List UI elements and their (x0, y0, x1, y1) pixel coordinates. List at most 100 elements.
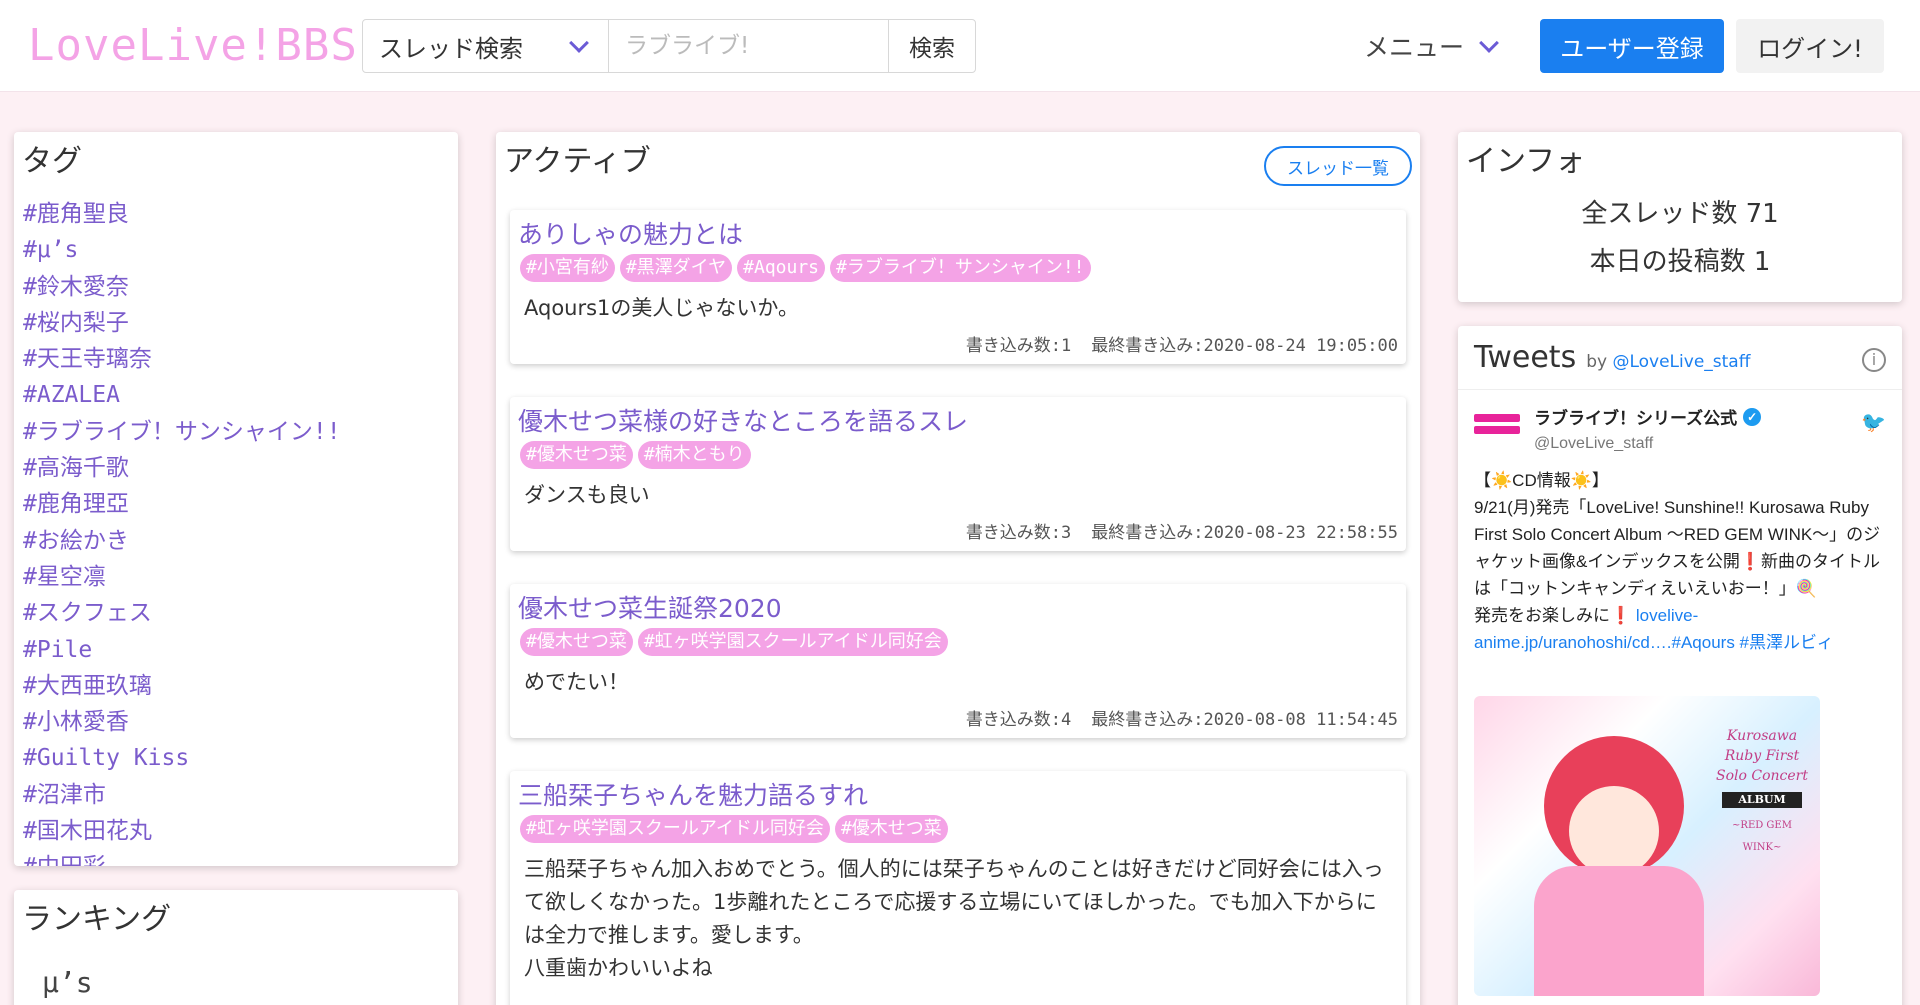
tag-link[interactable]: #鈴木愛奈 (14, 269, 458, 305)
tag-pill[interactable]: #優木せつ菜 (520, 628, 633, 656)
tweet-user[interactable]: ラブライブ！シリーズ公式 ✓ @LoveLive_staff 🐦 (1474, 404, 1886, 453)
tag-link[interactable]: #鹿角聖良 (14, 196, 458, 232)
thread-excerpt: Aqours1の美人じゃないか。 (524, 296, 799, 320)
tag-pill[interactable]: #Aqours (737, 254, 825, 282)
thread-tags: #優木せつ菜 #虹ヶ咲学園スクールアイドル同好会 (510, 626, 1406, 656)
tag-link[interactable]: #大西亜玖璃 (14, 668, 458, 704)
tag-link[interactable]: #ラブライブ！サンシャイン!! (14, 414, 458, 450)
tag-link[interactable]: #スクフェス (14, 595, 458, 631)
illustration-face (1569, 786, 1659, 876)
twitter-bird-icon[interactable]: 🐦 (1861, 410, 1886, 435)
thread-card[interactable]: ありしゃの魅力とは #小宮有紗 #黒澤ダイヤ #Aqours #ラブライブ！サン… (510, 210, 1406, 364)
tags-panel: タグ #鹿角聖良 #μ’s #鈴木愛奈 #桜内梨子 #天王寺璃奈 #AZALEA… (14, 132, 458, 866)
info-icon[interactable]: i (1862, 348, 1886, 372)
menu-dropdown[interactable]: メニュー (1364, 28, 1499, 64)
tweets-by: by @LoveLive_staff (1586, 352, 1750, 372)
album-label: ALBUM (1722, 792, 1802, 808)
thread-meta: 書き込み数:4 最終書き込み:2020-08-08 11:54:45 (510, 699, 1406, 738)
search-type-select[interactable]: スレッド検索 (363, 20, 609, 72)
avatar[interactable] (1474, 414, 1520, 446)
album-title-text: Kurosawa Ruby First Solo Concert (1716, 728, 1808, 784)
tag-pill[interactable]: #ラブライブ！サンシャイン!! (830, 254, 1091, 282)
thread-title[interactable]: 優木せつ菜生誕祭2020 (510, 584, 1406, 626)
tweet-line-3-text: 発売をお楽しみに❗ (1474, 606, 1632, 625)
active-panel: アクティブ スレッド一覧 ありしゃの魅力とは #小宮有紗 #黒澤ダイヤ #Aqo… (496, 132, 1420, 1005)
tag-pill[interactable]: #虹ヶ咲学園スクールアイドル同好会 (520, 815, 830, 843)
site-logo[interactable]: LoveLive!BBS! (28, 18, 385, 74)
tag-pill[interactable]: #小宮有紗 (520, 254, 615, 282)
thread-title[interactable]: ありしゃの魅力とは (510, 210, 1406, 252)
illustration-body (1534, 866, 1704, 996)
post-count: 書き込み数:3 (965, 523, 1072, 543)
tag-link[interactable]: #星空凛 (14, 559, 458, 595)
tags-title: タグ (22, 144, 82, 179)
post-count: 書き込み数:4 (965, 710, 1072, 730)
tag-link[interactable]: #桜内梨子 (14, 305, 458, 341)
last-post-time: 最終書き込み:2020-08-23 22:58:55 (1091, 523, 1398, 543)
tag-link[interactable]: #Guilty Kiss (14, 740, 458, 776)
tweets-header: Tweets by @LoveLive_staff (1458, 326, 1902, 390)
tag-pill[interactable]: #黒澤ダイヤ (619, 254, 733, 282)
by-prefix: by (1586, 352, 1608, 372)
menu-label: メニュー (1364, 33, 1465, 62)
tag-link[interactable]: #国木田花丸 (14, 813, 458, 849)
user-name-text: ラブライブ！シリーズ公式 (1534, 409, 1738, 428)
tag-link[interactable]: #高海千歌 (14, 450, 458, 486)
tweet-hashtags[interactable]: #Aqours #黒澤ルビィ (1672, 633, 1834, 652)
info-title: インフォ (1466, 144, 1586, 179)
thread-tags: #虹ヶ咲学園スクールアイドル同好会 #優木せつ菜 (510, 813, 1406, 843)
tweet: ラブライブ！シリーズ公式 ✓ @LoveLive_staff 🐦 【☀️CD情報☀… (1458, 390, 1902, 1005)
search-bar: スレッド検索 検索 (362, 19, 976, 73)
tag-link[interactable]: #お絵かき (14, 523, 458, 559)
thread-title[interactable]: 三船栞子ちゃんを魅力語るすれ (510, 771, 1406, 813)
tag-link[interactable]: #AZALEA (14, 377, 458, 413)
chevron-down-icon (569, 32, 589, 53)
chevron-down-icon (1479, 32, 1499, 53)
tweet-user-name: ラブライブ！シリーズ公式 ✓ (1534, 404, 1762, 429)
total-threads: 全スレッド数 71 (1581, 199, 1779, 229)
tag-link[interactable]: #μ’s (14, 232, 458, 268)
thread-card[interactable]: 三船栞子ちゃんを魅力語るすれ #虹ヶ咲学園スクールアイドル同好会 #優木せつ菜 … (510, 771, 1406, 1005)
thread-excerpt: めでたい！ (524, 670, 629, 694)
tag-list: #鹿角聖良 #μ’s #鈴木愛奈 #桜内梨子 #天王寺璃奈 #AZALEA #ラ… (14, 196, 458, 866)
thread-excerpt: 三船栞子ちゃん加入おめでとう。個人的には栞子ちゃんのことは好きだけど同好会には入… (524, 857, 1384, 980)
register-button[interactable]: ユーザー登録 (1540, 19, 1724, 73)
ranking-panel: ランキング μ’s (14, 890, 458, 1005)
tag-link[interactable]: #中田彩 (14, 849, 458, 866)
tag-link[interactable]: #鹿角理亞 (14, 486, 458, 522)
tweets-title: Tweets (1474, 340, 1577, 375)
search-input[interactable] (609, 20, 889, 72)
tag-link[interactable]: #沼津市 (14, 777, 458, 813)
tag-pill[interactable]: #優木せつ菜 (520, 441, 633, 469)
tag-pill[interactable]: #虹ヶ咲学園スクールアイドル同好会 (637, 628, 948, 656)
tag-pill[interactable]: #楠木ともり (637, 441, 751, 469)
tweet-image[interactable]: Kurosawa Ruby First Solo Concert ALBUM ~RE… (1474, 696, 1820, 996)
verified-icon: ✓ (1743, 407, 1762, 426)
info-panel: インフォ 全スレッド数 71 本日の投稿数 1 (1458, 132, 1902, 302)
thread-card[interactable]: 優木せつ菜生誕祭2020 #優木せつ菜 #虹ヶ咲学園スクールアイドル同好会 めで… (510, 584, 1406, 738)
posts-today: 本日の投稿数 1 (1589, 247, 1771, 277)
thread-meta: 書き込み数:3 最終書き込み:2020-08-23 22:58:55 (510, 512, 1406, 551)
thread-meta: 書き込み数:1 最終書き込み:2020-08-24 19:05:00 (510, 325, 1406, 364)
tweet-line-1: 【☀️CD情報☀️】 (1474, 471, 1609, 490)
thread-card[interactable]: 優木せつ菜様の好きなところを語るスレ #優木せつ菜 #楠木ともり ダンスも良い … (510, 397, 1406, 551)
search-type-label: スレッド検索 (379, 34, 523, 63)
tag-link[interactable]: #Pile (14, 632, 458, 668)
tweet-user-handle: @LoveLive_staff (1534, 435, 1654, 452)
tag-link[interactable]: #天王寺璃奈 (14, 341, 458, 377)
thread-excerpt: ダンスも良い (524, 483, 650, 507)
login-button[interactable]: ログイン! (1736, 19, 1884, 73)
thread-list-button[interactable]: スレッド一覧 (1264, 146, 1412, 186)
thread-tags: #優木せつ菜 #楠木ともり (510, 439, 1406, 469)
ranking-item[interactable]: μ’s (14, 950, 458, 1005)
search-button[interactable]: 検索 (889, 20, 975, 72)
tag-pill[interactable]: #優木せつ菜 (834, 815, 948, 843)
tag-link[interactable]: #小林愛香 (14, 704, 458, 740)
thread-tags: #小宮有紗 #黒澤ダイヤ #Aqours #ラブライブ！サンシャイン!! (510, 252, 1406, 282)
post-count: 書き込み数:1 (965, 336, 1072, 356)
by-handle-link[interactable]: @LoveLive_staff (1612, 352, 1750, 372)
thread-title[interactable]: 優木せつ菜様の好きなところを語るスレ (510, 397, 1406, 439)
last-post-time: 最終書き込み:2020-08-08 11:54:45 (1091, 710, 1398, 730)
header: LoveLive!BBS! スレッド検索 検索 メニュー ユーザー登録 ログイン… (0, 0, 1920, 92)
last-post-time: 最終書き込み:2020-08-24 19:05:00 (1091, 336, 1398, 356)
